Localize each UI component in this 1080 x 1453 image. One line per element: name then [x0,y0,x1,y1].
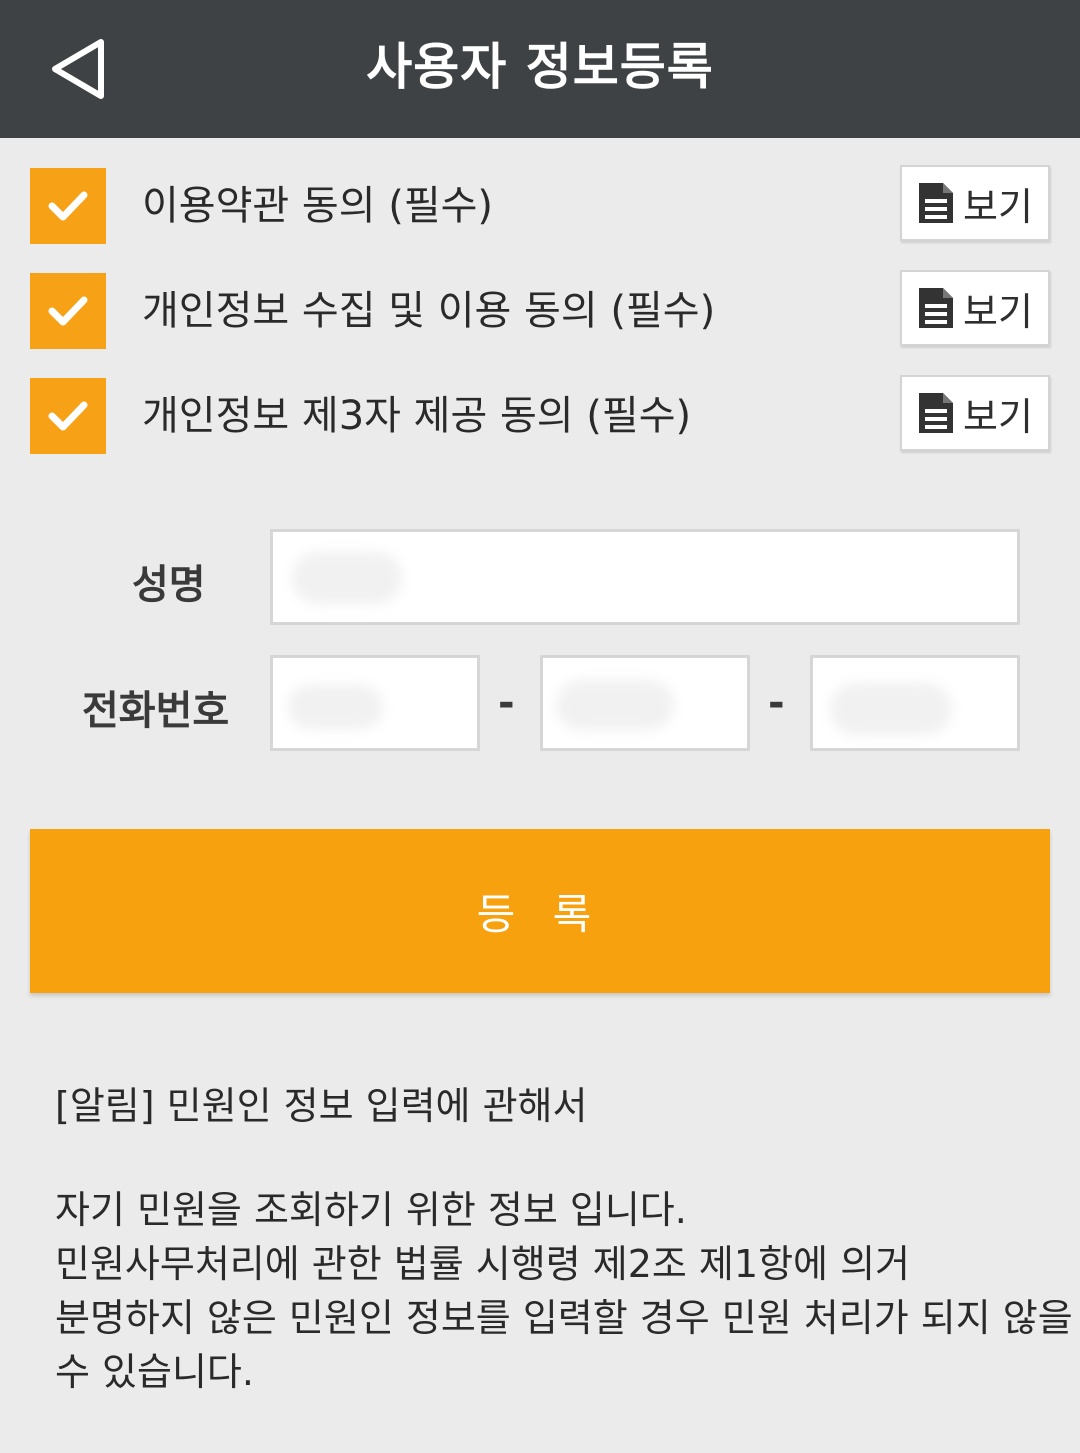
phone-label: 전화번호 [82,688,230,734]
terms-view-button[interactable]: 보기 [900,165,1050,241]
phone-input-3[interactable] [810,655,1020,751]
third-party-label: 개인정보 제3자 제공 동의 (필수) [142,393,692,439]
notice-body: 자기 민원을 조회하기 위한 정보 입니다. 민원사무처리에 관한 법률 시행령… [55,1183,1073,1399]
third-party-checkbox[interactable] [30,378,106,454]
check-icon [48,401,88,431]
third-party-view-button[interactable]: 보기 [900,375,1050,451]
phone-input-1[interactable] [270,655,480,751]
notice-line: 자기 민원을 조회하기 위한 정보 입니다. [55,1188,687,1232]
privacy-label: 개인정보 수집 및 이용 동의 (필수) [142,288,716,334]
notice-line: 수 있습니다. [55,1350,254,1394]
notice-title: [알림] 민원인 정보 입력에 관해서 [55,1084,588,1128]
terms-label: 이용약관 동의 (필수) [142,183,494,229]
phone-dash-2: - [768,680,785,726]
check-icon [48,191,88,221]
terms-view-label: 보기 [963,184,1033,229]
notice-line: 민원사무처리에 관한 법률 시행령 제2조 제1항에 의거 [55,1242,910,1286]
agreement-row-third-party: 개인정보 제3자 제공 동의 (필수) 보기 [30,375,1050,454]
document-icon [919,393,954,433]
name-label: 성명 [132,562,206,608]
check-icon [48,296,88,326]
app-header: 사용자 정보등록 [0,0,1080,138]
privacy-view-label: 보기 [963,289,1033,334]
register-button[interactable]: 등 록 [30,829,1050,993]
privacy-view-button[interactable]: 보기 [900,270,1050,346]
privacy-checkbox[interactable] [30,273,106,349]
third-party-view-label: 보기 [963,394,1033,439]
notice-line: 분명하지 않은 민원인 정보를 입력할 경우 민원 처리가 되지 않을 [55,1296,1073,1340]
agreement-row-terms: 이용약관 동의 (필수) 보기 [30,165,1050,244]
document-icon [919,183,954,223]
back-button[interactable] [38,30,116,108]
back-triangle-icon [52,39,104,99]
agreement-row-privacy: 개인정보 수집 및 이용 동의 (필수) 보기 [30,270,1050,349]
terms-checkbox[interactable] [30,168,106,244]
phone-dash-1: - [498,680,515,726]
phone-input-2[interactable] [540,655,750,751]
page-title: 사용자 정보등록 [366,38,714,96]
name-input[interactable] [270,529,1020,625]
document-icon [919,288,954,328]
